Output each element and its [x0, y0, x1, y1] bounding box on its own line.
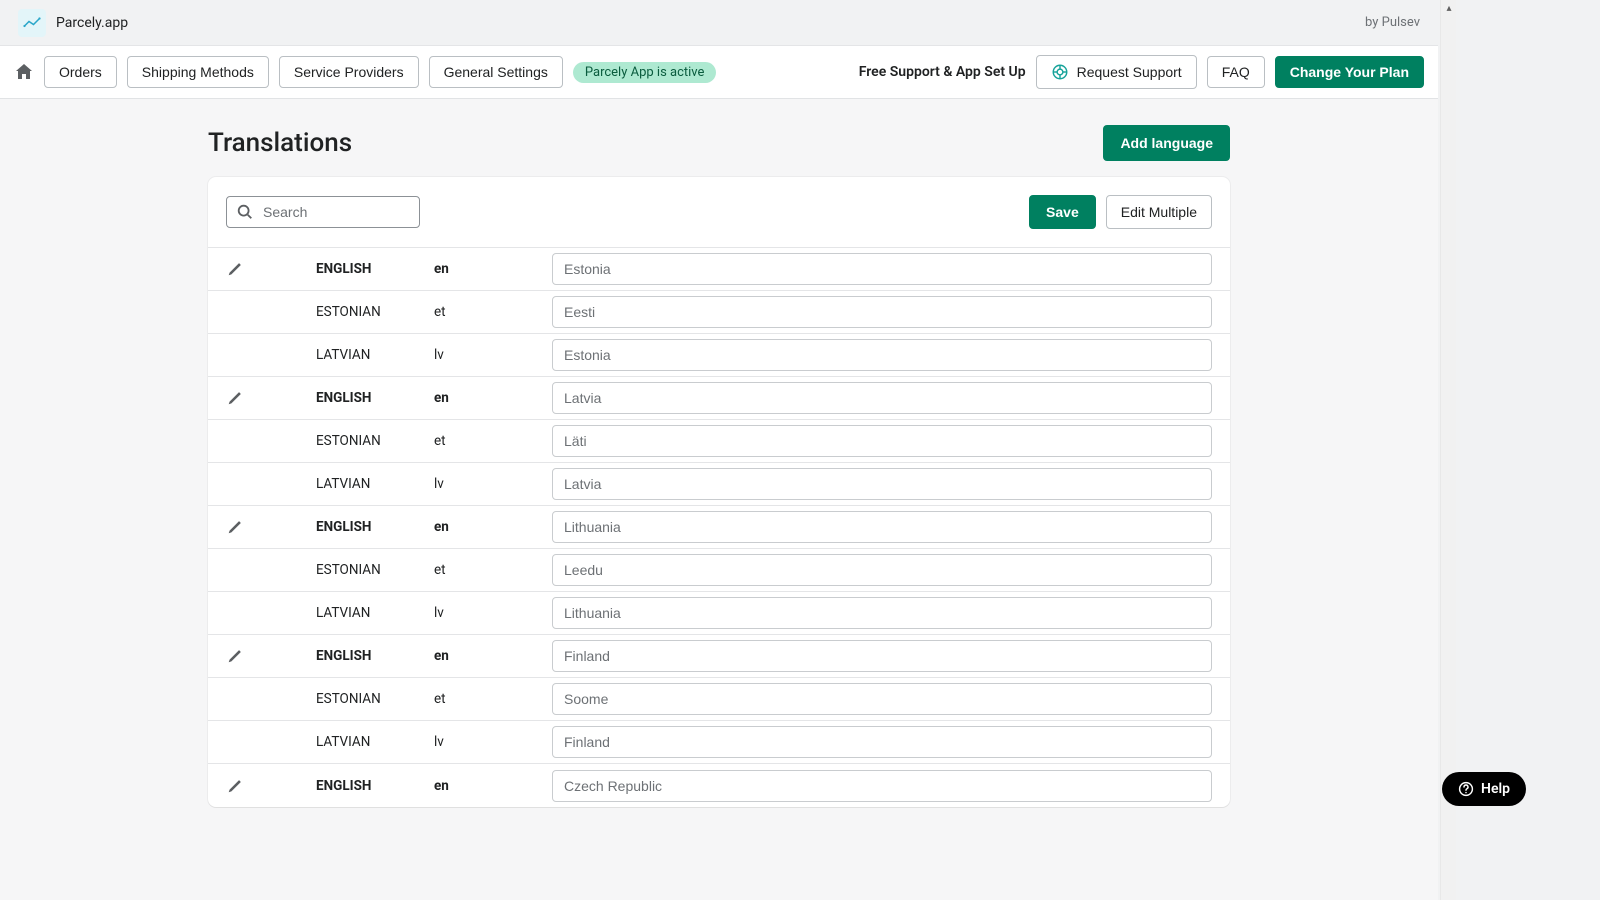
translation-input[interactable]	[552, 425, 1212, 457]
support-icon	[1051, 63, 1069, 81]
app-logo	[18, 9, 46, 37]
language-code: et	[434, 304, 552, 320]
status-badge: Parcely App is active	[573, 62, 717, 83]
add-language-button[interactable]: Add language	[1103, 125, 1230, 161]
language-label: LATVIAN	[316, 476, 434, 492]
edit-icon[interactable]	[226, 777, 244, 795]
translation-row: ESTONIANet	[208, 678, 1230, 721]
app-byline: by Pulsev	[1365, 15, 1420, 30]
language-code: et	[434, 691, 552, 707]
language-label: ESTONIAN	[316, 691, 434, 707]
translation-input[interactable]	[552, 554, 1212, 586]
language-label: LATVIAN	[316, 734, 434, 750]
language-label: ENGLISH	[316, 261, 434, 277]
nav-shipping-methods[interactable]: Shipping Methods	[127, 56, 269, 88]
language-code: en	[434, 261, 552, 277]
translation-row: ENGLISHen	[208, 635, 1230, 678]
translation-input[interactable]	[552, 382, 1212, 414]
search-input[interactable]	[226, 196, 420, 228]
page-title: Translations	[208, 128, 352, 158]
edit-icon[interactable]	[226, 260, 244, 278]
help-widget[interactable]: Help	[1442, 772, 1526, 806]
translation-input[interactable]	[552, 296, 1212, 328]
edit-icon[interactable]	[226, 647, 244, 665]
translation-row: ENGLISHen	[208, 764, 1230, 807]
language-label: ESTONIAN	[316, 562, 434, 578]
language-label: ENGLISH	[316, 390, 434, 406]
home-icon[interactable]	[14, 62, 34, 82]
navbar: Orders Shipping Methods Service Provider…	[0, 46, 1438, 99]
app-title: Parcely.app	[56, 15, 128, 31]
translation-input[interactable]	[552, 770, 1212, 802]
language-label: LATVIAN	[316, 347, 434, 363]
edit-icon[interactable]	[226, 389, 244, 407]
translation-row: ENGLISHen	[208, 506, 1230, 549]
translation-input[interactable]	[552, 597, 1212, 629]
help-icon	[1458, 781, 1474, 797]
translation-row: LATVIANlv	[208, 721, 1230, 764]
translation-row: LATVIANlv	[208, 463, 1230, 506]
translation-row: ESTONIANet	[208, 291, 1230, 334]
language-code: et	[434, 562, 552, 578]
language-code: en	[434, 519, 552, 535]
search-icon	[236, 203, 254, 221]
change-plan-button[interactable]: Change Your Plan	[1275, 56, 1424, 88]
language-code: lv	[434, 476, 552, 492]
language-label: ENGLISH	[316, 778, 434, 794]
translation-row: LATVIANlv	[208, 334, 1230, 377]
support-text: Free Support & App Set Up	[859, 64, 1026, 80]
nav-orders[interactable]: Orders	[44, 56, 117, 88]
edit-icon[interactable]	[226, 518, 244, 536]
translation-input[interactable]	[552, 468, 1212, 500]
language-code: en	[434, 648, 552, 664]
save-button[interactable]: Save	[1029, 195, 1096, 229]
language-code: lv	[434, 734, 552, 750]
language-label: ESTONIAN	[316, 304, 434, 320]
translation-input[interactable]	[552, 253, 1212, 285]
nav-service-providers[interactable]: Service Providers	[279, 56, 419, 88]
translation-input[interactable]	[552, 726, 1212, 758]
translation-row: ENGLISHen	[208, 377, 1230, 420]
language-code: en	[434, 778, 552, 794]
nav-general-settings[interactable]: General Settings	[429, 56, 563, 88]
language-code: et	[434, 433, 552, 449]
app-topbar: Parcely.app by Pulsev	[0, 0, 1438, 46]
translation-input[interactable]	[552, 339, 1212, 371]
language-code: lv	[434, 347, 552, 363]
translation-input[interactable]	[552, 683, 1212, 715]
translation-row: ESTONIANet	[208, 420, 1230, 463]
language-label: ENGLISH	[316, 519, 434, 535]
language-label: LATVIAN	[316, 605, 434, 621]
translations-card: Save Edit Multiple ENGLISHenESTONIANetLA…	[208, 177, 1230, 807]
faq-button[interactable]: FAQ	[1207, 56, 1265, 88]
scrollbar[interactable]: ▴	[1440, 0, 1456, 900]
translation-input[interactable]	[552, 511, 1212, 543]
request-support-button[interactable]: Request Support	[1036, 55, 1197, 89]
edit-multiple-button[interactable]: Edit Multiple	[1106, 195, 1212, 229]
language-label: ESTONIAN	[316, 433, 434, 449]
translation-row: ESTONIANet	[208, 549, 1230, 592]
translation-input[interactable]	[552, 640, 1212, 672]
request-support-label: Request Support	[1077, 64, 1182, 80]
language-label: ENGLISH	[316, 648, 434, 664]
language-code: lv	[434, 605, 552, 621]
translation-row: LATVIANlv	[208, 592, 1230, 635]
help-label: Help	[1481, 781, 1510, 797]
language-code: en	[434, 390, 552, 406]
translation-row: ENGLISHen	[208, 248, 1230, 291]
